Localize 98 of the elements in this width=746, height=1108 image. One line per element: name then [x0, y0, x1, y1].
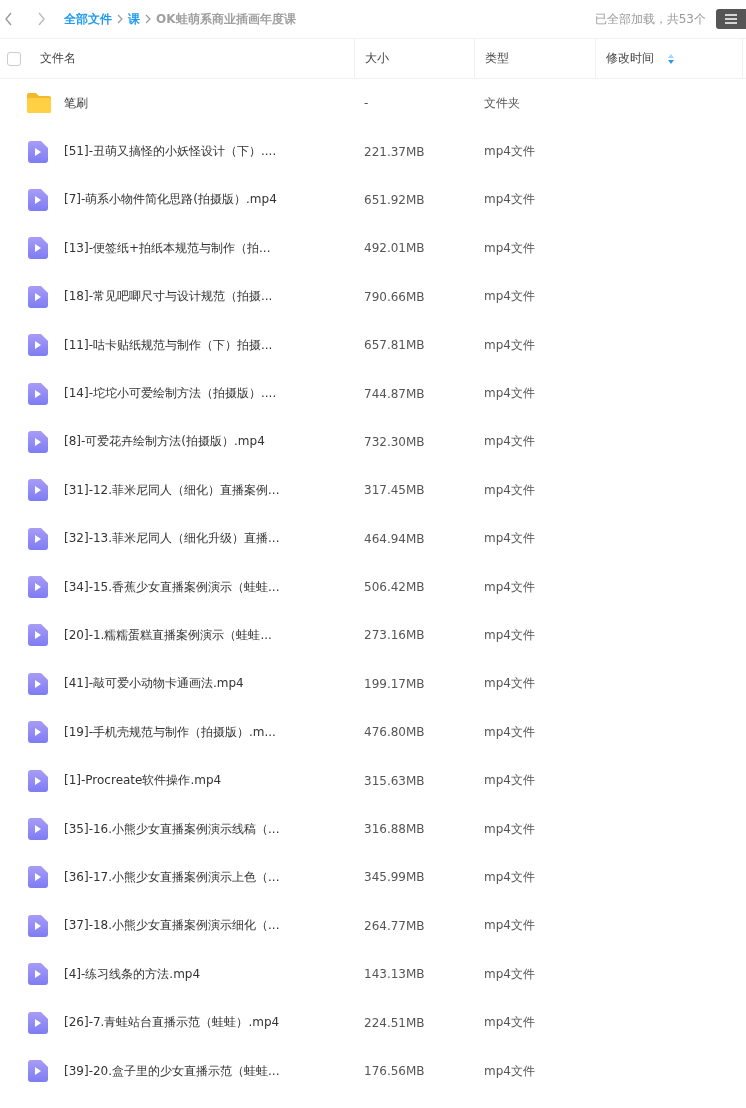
chevron-icon — [117, 14, 123, 24]
chevron-icon — [145, 14, 151, 24]
file-name[interactable]: [20]-1.糯糯蛋糕直播案例演示（蛙蛙... — [64, 627, 272, 644]
folder-icon — [26, 92, 52, 115]
sort-icon[interactable] — [668, 53, 674, 64]
video-file-icon — [28, 818, 48, 841]
video-file-icon — [28, 285, 48, 308]
file-name[interactable]: [7]-萌系小物件简化思路(拍摄版）.mp4 — [64, 191, 277, 209]
video-file-icon — [28, 237, 48, 260]
load-status: 已全部加载，共53个 — [594, 10, 706, 28]
file-name[interactable]: [19]-手机壳规范与制作（拍摄版）.m... — [64, 723, 276, 741]
file-size: 317.45MB — [364, 483, 425, 498]
file-size: 476.80MB — [364, 725, 425, 740]
video-file-icon — [28, 576, 48, 599]
file-type: mp4文件 — [484, 530, 535, 548]
file-name[interactable]: [41]-敲可爱小动物卡通画法.mp4 — [64, 675, 244, 693]
file-type: mp4文件 — [484, 239, 535, 257]
file-name[interactable]: [32]-13.菲米尼同人（细化升级）直播... — [64, 530, 280, 548]
video-file-icon — [28, 769, 48, 792]
video-file-icon — [28, 914, 48, 937]
file-type: mp4文件 — [484, 868, 535, 886]
file-size: 221.37MB — [364, 144, 425, 159]
column-header[interactable]: 大小 — [365, 50, 389, 67]
video-file-icon — [28, 382, 48, 405]
file-size: 732.30MB — [364, 434, 425, 449]
file-size: 264.77MB — [364, 918, 425, 933]
file-name[interactable]: 笔刷 — [64, 94, 88, 112]
file-type: mp4文件 — [484, 772, 535, 790]
back-icon[interactable] — [4, 12, 14, 26]
file-size: 651.92MB — [364, 192, 425, 207]
file-size: 790.66MB — [364, 289, 425, 304]
file-type: mp4文件 — [484, 143, 535, 161]
video-file-icon — [28, 188, 48, 211]
file-size: 316.88MB — [364, 822, 425, 837]
file-type: mp4文件 — [484, 917, 535, 935]
file-name[interactable]: [34]-15.香蕉少女直播案例演示（蛙蛙... — [64, 578, 280, 596]
file-name[interactable]: [4]-练习线条的方法.mp4 — [64, 965, 201, 983]
video-file-icon — [28, 963, 48, 986]
file-size: 273.16MB — [364, 628, 425, 643]
video-file-icon — [28, 672, 48, 695]
file-type: mp4文件 — [484, 1014, 535, 1032]
file-size: 224.51MB — [364, 1015, 425, 1030]
file-name[interactable]: [18]-常见吧唧尺寸与设计规范（拍摄... — [64, 288, 273, 306]
file-name[interactable]: [37]-18.小熊少女直播案例演示细化（... — [64, 917, 280, 935]
file-type: mp4文件 — [484, 433, 535, 451]
video-file-icon — [28, 721, 48, 744]
file-name[interactable]: [13]-便签纸+拍纸本规范与制作（拍... — [64, 239, 271, 257]
file-size: 464.94MB — [364, 531, 425, 546]
file-size: 345.99MB — [364, 870, 425, 885]
video-file-icon — [28, 1011, 48, 1034]
file-type: 文件夹 — [484, 94, 520, 112]
file-name[interactable]: [11]-咕卡贴纸规范与制作（下）拍摄... — [64, 336, 273, 354]
file-type: mp4文件 — [484, 288, 535, 306]
file-name[interactable]: [36]-17.小熊少女直播案例演示上色（... — [64, 868, 280, 886]
video-file-icon — [28, 866, 48, 889]
file-name[interactable]: [1]-Procreate软件操作.mp4 — [64, 772, 222, 790]
file-type: mp4文件 — [484, 1062, 535, 1080]
breadcrumb-current: OK蛙萌系商业插画年度课 — [156, 10, 296, 28]
file-size: 492.01MB — [364, 241, 425, 256]
file-type: mp4文件 — [484, 965, 535, 983]
file-name[interactable]: [8]-可爱花卉绘制方法(拍摄版）.mp4 — [64, 433, 265, 451]
file-type: mp4文件 — [484, 820, 535, 838]
file-name[interactable]: [39]-20.盒子里的少女直播示范（蛙蛙... — [64, 1062, 280, 1080]
video-file-icon — [28, 624, 48, 647]
file-name[interactable]: [31]-12.菲米尼同人（细化）直播案例... — [64, 481, 280, 499]
video-file-icon — [28, 140, 48, 163]
video-file-icon — [28, 527, 48, 550]
file-name[interactable]: [26]-7.青蛙站台直播示范（蛙蛙）.mp4 — [64, 1014, 280, 1032]
file-name[interactable]: [35]-16.小熊少女直播案例演示线稿（... — [64, 820, 280, 838]
file-size: 176.56MB — [364, 1064, 425, 1078]
column-header[interactable]: 修改时间 — [606, 50, 654, 67]
file-type: mp4文件 — [484, 336, 535, 354]
menu-icon — [724, 13, 738, 25]
file-type: mp4文件 — [484, 578, 535, 596]
video-file-icon — [28, 334, 48, 357]
file-name[interactable]: [14]-坨坨小可爱绘制方法（拍摄版）.... — [64, 385, 277, 403]
menu-button[interactable] — [716, 9, 746, 29]
file-type: mp4文件 — [484, 481, 535, 499]
forward-icon[interactable] — [36, 12, 46, 26]
file-size: 744.87MB — [364, 386, 425, 401]
file-size: 315.63MB — [364, 773, 425, 788]
file-size: - — [364, 96, 369, 111]
file-size: 199.17MB — [364, 676, 425, 691]
file-name[interactable]: [51]-丑萌又搞怪的小妖怪设计（下）.... — [64, 143, 277, 161]
file-size: 657.81MB — [364, 338, 425, 353]
file-type: mp4文件 — [484, 723, 535, 741]
file-type: mp4文件 — [484, 627, 535, 644]
video-file-icon — [28, 430, 48, 453]
select-all-checkbox[interactable] — [7, 51, 21, 66]
file-type: mp4文件 — [484, 191, 535, 209]
file-type: mp4文件 — [484, 385, 535, 403]
file-type: mp4文件 — [484, 675, 535, 693]
column-header[interactable]: 类型 — [485, 50, 509, 67]
file-size: 143.13MB — [364, 967, 425, 982]
file-size: 506.42MB — [364, 580, 425, 595]
video-file-icon — [28, 1060, 48, 1082]
video-file-icon — [28, 479, 48, 502]
column-header[interactable]: 文件名 — [40, 50, 76, 67]
